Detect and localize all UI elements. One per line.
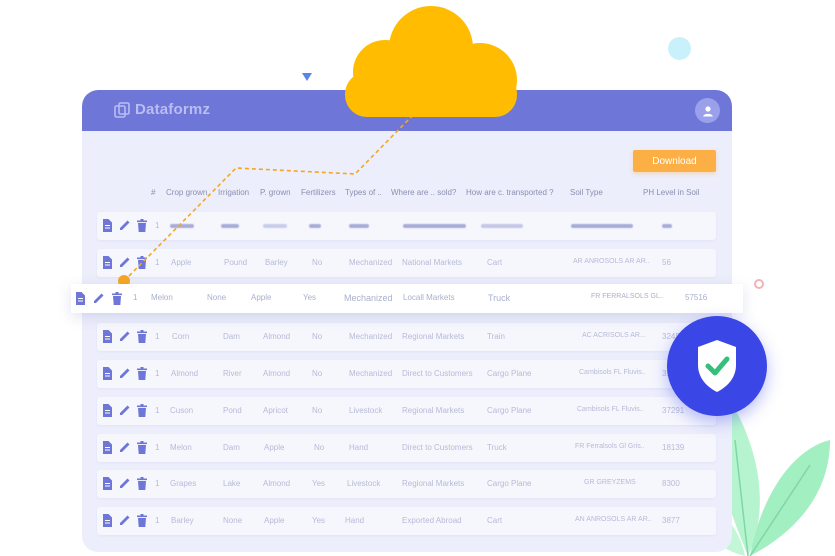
document-icon[interactable] [75, 292, 85, 305]
cell-fertilizers: Yes [303, 293, 317, 302]
cell-crop: Melon [151, 293, 173, 302]
trash-icon[interactable] [112, 292, 122, 305]
cell-pgrown: Apple [251, 293, 272, 302]
cell-soil: FR FERRALSOLS GL.. [591, 293, 664, 300]
cell-ph: 57516 [685, 293, 708, 302]
cell-type: Mechanized [344, 293, 393, 303]
cloud-icon [345, 6, 517, 117]
edit-icon[interactable] [93, 292, 105, 304]
row-actions [75, 292, 122, 306]
cell-transport: Truck [488, 293, 511, 303]
floating-table-row[interactable]: 1 Melon None Apple Yes Mechanized Locall… [71, 284, 743, 313]
cell-irrigation: None [207, 293, 227, 302]
cell-sold: Locall Markets [403, 293, 455, 302]
shield-check-icon [698, 340, 736, 392]
security-badge [667, 316, 767, 416]
row-number: 1 [133, 293, 138, 302]
